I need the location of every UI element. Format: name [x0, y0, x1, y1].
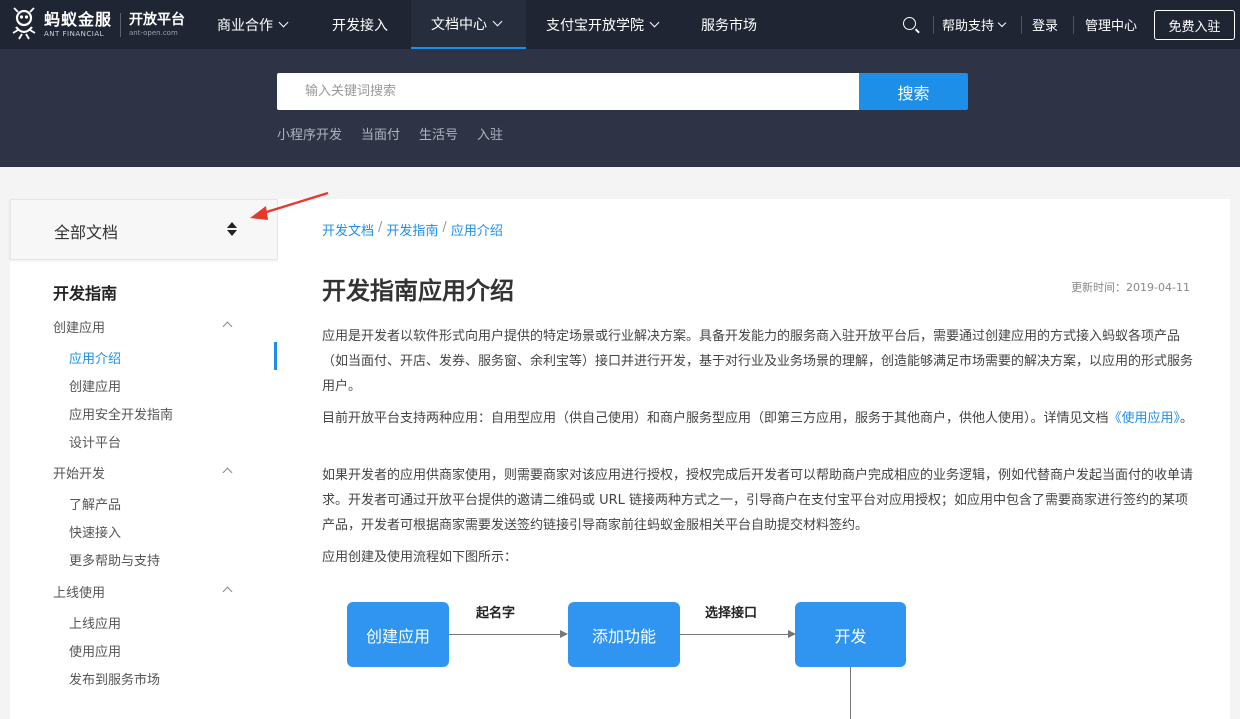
nav-label: 登录 [1032, 19, 1059, 34]
paragraph-authorization: 如果开发者的应用供商家使用，则需要商家对该应用进行授权，授权完成后开发者可以帮助… [322, 468, 1194, 533]
search-input[interactable] [277, 73, 859, 110]
brand-name-en: ANT FINANCIAL [44, 30, 105, 38]
page-title: 开发指南应用介绍 [322, 277, 514, 305]
chevron-up-icon[interactable] [222, 467, 233, 478]
top-navbar: 蚂蚁金服 ANT FINANCIAL 开放平台 ant-open.com 商业合… [0, 0, 1240, 49]
nav-label: 商业合作 [217, 17, 273, 34]
flow-step-add-function: 添加功能 [568, 602, 680, 667]
sidebar-item-use-app[interactable]: 使用应用 [69, 641, 121, 660]
sidebar-item-create-app[interactable]: 创建应用 [69, 376, 121, 395]
ant-logo-icon [10, 7, 38, 43]
nav-service-market[interactable]: 服务市场 [701, 0, 757, 49]
paragraph-text: 目前开放平台支持两种应用：自用型应用（供自己使用）和商户服务型应用（即第三方应用… [322, 411, 1109, 426]
sidebar-item-quick-access[interactable]: 快速接入 [69, 522, 121, 541]
sidebar-item-publish-market[interactable]: 发布到服务市场 [69, 669, 160, 688]
brand-name: 蚂蚁金服 [44, 10, 113, 29]
hot-search-links: 小程序开发 当面付 生活号 入驻 [277, 124, 503, 143]
flow-connector [680, 634, 788, 635]
search-icon[interactable] [903, 17, 916, 30]
search-hero: 搜索 小程序开发 当面付 生活号 入驻 [0, 49, 1240, 167]
nav-label: 服务市场 [701, 17, 757, 34]
breadcrumb-separator: / [378, 220, 383, 235]
paragraph-flow-intro: 应用创建及使用流程如下图所示： [322, 550, 518, 565]
nav-doc-center[interactable]: 文档中心 [411, 0, 526, 49]
chevron-up-icon[interactable] [222, 321, 233, 332]
sidebar-group-start-dev[interactable]: 开始开发 [53, 463, 105, 482]
free-signup-button[interactable]: 免费入驻 [1154, 10, 1235, 40]
flow-connector [449, 634, 561, 635]
nav-label: 开发接入 [332, 17, 388, 34]
nav-label: 支付宝开放学院 [546, 17, 644, 34]
brand-logo[interactable]: 蚂蚁金服 ANT FINANCIAL 开放平台 ant-open.com [10, 4, 185, 46]
sidebar-group-go-live[interactable]: 上线使用 [53, 582, 105, 601]
doc-content: 开发文档 / 开发指南 / 应用介绍 开发指南应用介绍 更新时间：2019-04… [278, 199, 1230, 719]
active-item-indicator [274, 342, 277, 370]
use-app-doc-link[interactable]: 《使用应用》 [1109, 411, 1181, 426]
nav-help-support[interactable]: 帮助支持 [942, 0, 1007, 49]
chevron-down-icon [649, 17, 660, 28]
logo-divider [120, 13, 122, 37]
hot-link[interactable]: 当面付 [361, 124, 400, 143]
nav-divider [1021, 16, 1022, 34]
flow-label-interface: 选择接口 [705, 606, 758, 621]
sidebar-group-create-app[interactable]: 创建应用 [53, 317, 105, 336]
chevron-down-icon [278, 17, 289, 28]
sidebar-item-learn-products[interactable]: 了解产品 [69, 494, 121, 513]
section-title: 开发指南 [53, 284, 118, 303]
nav-label: 管理中心 [1085, 19, 1138, 34]
nav-business-cooperation[interactable]: 商业合作 [217, 0, 289, 49]
chevron-down-icon [997, 18, 1007, 27]
breadcrumb-item[interactable]: 应用介绍 [451, 220, 503, 239]
nav-divider [1073, 16, 1074, 34]
sidebar-item-design-platform[interactable]: 设计平台 [69, 432, 121, 451]
search-button[interactable]: 搜索 [859, 73, 968, 110]
hot-link[interactable]: 入驻 [477, 124, 503, 143]
breadcrumb-item[interactable]: 开发指南 [386, 220, 438, 239]
hot-link[interactable]: 生活号 [419, 124, 458, 143]
update-time: 更新时间：2019-04-11 [1071, 281, 1190, 294]
sidebar-item-more-help[interactable]: 更多帮助与支持 [69, 550, 160, 569]
admin-center-link[interactable]: 管理中心 [1085, 0, 1137, 49]
breadcrumb-separator: / [442, 220, 447, 235]
arrow-right-icon [560, 630, 568, 638]
doc-sidebar: 全部文档 开发指南 创建应用 应用介绍 创建应用 应用安全开发指南 设计平台 开… [10, 199, 278, 719]
flow-step-create-app: 创建应用 [347, 602, 449, 667]
all-docs-selector[interactable]: 全部文档 [10, 199, 278, 260]
sidebar-item-app-intro[interactable]: 应用介绍 [69, 348, 121, 367]
sidebar-item-app-security[interactable]: 应用安全开发指南 [69, 404, 173, 423]
login-link[interactable]: 登录 [1032, 0, 1058, 49]
nav-dev-access[interactable]: 开发接入 [332, 0, 388, 49]
paragraph-app-types: 目前开放平台支持两种应用：自用型应用（供自己使用）和商户服务型应用（即第三方应用… [322, 406, 1194, 431]
chevron-down-icon [492, 16, 503, 27]
flow-label-name: 起名字 [476, 606, 516, 621]
flow-step-develop: 开发 [795, 602, 906, 667]
platform-domain: ant-open.com [129, 29, 178, 37]
nav-alipay-academy[interactable]: 支付宝开放学院 [546, 0, 660, 49]
annotation-arrow-icon [250, 191, 329, 220]
hot-link[interactable]: 小程序开发 [277, 124, 342, 143]
chevron-up-icon[interactable] [222, 586, 233, 597]
nav-label: 帮助支持 [942, 19, 995, 34]
all-docs-label: 全部文档 [54, 223, 119, 242]
sidebar-item-launch-app[interactable]: 上线应用 [69, 613, 121, 632]
search-box [277, 73, 859, 110]
breadcrumb: 开发文档 / 开发指南 / 应用介绍 [322, 220, 503, 239]
nav-label: 文档中心 [431, 16, 487, 33]
flow-connector-down [850, 667, 851, 719]
sort-toggle-icon[interactable] [227, 222, 237, 238]
nav-divider [933, 16, 934, 34]
platform-name: 开放平台 [129, 12, 186, 28]
paragraph-text: 。 [1180, 411, 1194, 426]
paragraph-intro: 应用是开发者以软件形式向用户提供的特定场景或行业解决方案。具备开发能力的服务商入… [322, 329, 1194, 394]
